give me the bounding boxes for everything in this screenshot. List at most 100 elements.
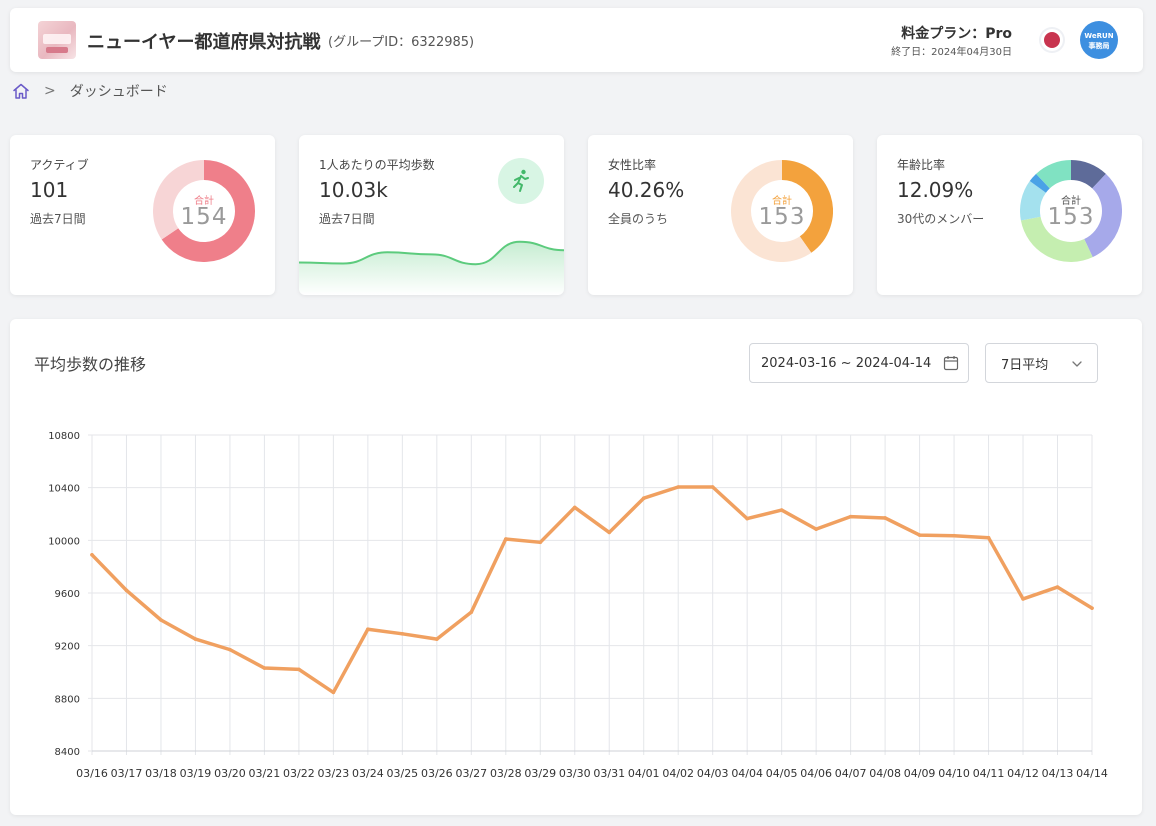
active-total: 154 [180, 204, 228, 230]
x-tick-label: 03/21 [249, 767, 281, 780]
data-point [538, 540, 543, 545]
average-period-text: 7日平均 [1001, 357, 1049, 373]
female-note: 全員のうち [608, 212, 669, 226]
data-point [607, 530, 612, 535]
y-tick-label: 9200 [55, 642, 80, 653]
data-point [572, 505, 577, 510]
data-point [159, 618, 163, 622]
x-tick-label: 04/12 [1007, 767, 1039, 780]
x-tick-label: 03/28 [490, 767, 522, 780]
active-note: 過去7日間 [30, 212, 86, 226]
data-point [676, 485, 681, 489]
data-point [366, 627, 370, 632]
running-icon [498, 158, 544, 204]
data-point [641, 496, 646, 500]
x-tick-label: 03/16 [76, 767, 108, 780]
x-tick-label: 03/30 [559, 767, 591, 780]
data-point [262, 666, 267, 670]
steps-value: 10.03k [319, 178, 388, 202]
avatar-line2: 事務局 [1088, 42, 1110, 50]
x-tick-label: 03/24 [352, 767, 384, 780]
x-tick-label: 04/10 [938, 767, 970, 780]
date-range-picker[interactable]: 2024-03-16 ~ 2024-04-14 [749, 343, 969, 383]
data-point [469, 610, 474, 614]
date-range-text: 2024-03-16 ~ 2024-04-14 [761, 355, 932, 371]
x-tick-label: 03/31 [593, 767, 625, 780]
x-tick-label: 03/17 [111, 767, 143, 780]
x-tick-label: 04/14 [1076, 767, 1108, 780]
plan-label: 料金プラン：Pro [901, 26, 1012, 42]
y-tick-label: 8800 [55, 694, 80, 705]
data-point [503, 537, 508, 541]
y-tick-label: 10800 [48, 431, 80, 442]
group-id: (グループID：6322985) [328, 35, 475, 50]
active-card: アクティブ 101 過去7日間 合計 154 [10, 135, 275, 295]
age-donut-center: 合計 153 [1020, 160, 1122, 262]
avatar[interactable]: WeRUN 事務局 [1080, 21, 1118, 59]
average-steps-panel: 03/16 03/17 03/18 03/19 03/20 03/21 03/22 03/23… [10, 319, 1142, 815]
data-point [193, 637, 198, 641]
x-tick-label: 04/06 [800, 767, 832, 780]
x-tick-label: 03/29 [524, 767, 556, 780]
x-tick-label: 04/04 [731, 767, 763, 780]
chevron-down-icon[interactable] [1071, 358, 1083, 370]
x-tick-label: 03/23 [318, 767, 350, 780]
age-value: 12.09% [897, 178, 974, 202]
avatar-line1: WeRUN [1084, 32, 1114, 40]
x-tick-label: 03/18 [145, 767, 177, 780]
data-point [90, 553, 94, 557]
breadcrumb-separator: > [44, 83, 56, 99]
data-point [1021, 597, 1025, 601]
age-ratio-card: 年齢比率 12.09% 30代のメンバー 合計 153 [877, 135, 1142, 295]
data-point [986, 535, 991, 540]
data-point [710, 485, 715, 489]
active-label: アクティブ [30, 158, 89, 172]
app-header: ニューイヤー都道府県対抗戦 (グループID：6322985) 料金プラン：Pro… [10, 8, 1143, 72]
x-tick-label: 04/02 [662, 767, 694, 780]
data-point [435, 637, 439, 641]
x-tick-label: 03/27 [455, 767, 487, 780]
y-tick-label: 10400 [48, 484, 80, 495]
y-tick-label: 10000 [48, 536, 80, 547]
data-point [814, 527, 818, 531]
sparkline-area [299, 241, 564, 295]
data-point [1090, 606, 1094, 610]
breadcrumb: > ダッシュボード [12, 81, 168, 101]
plan-end-date: 終了日：2024年04月30日 [891, 47, 1012, 58]
data-point [228, 647, 232, 652]
active-donut-center: 合計 154 [153, 160, 255, 262]
data-point [883, 516, 887, 520]
x-tick-label: 04/07 [835, 767, 867, 780]
japan-flag-icon[interactable] [1041, 29, 1063, 51]
age-note: 30代のメンバー [897, 212, 985, 226]
average-steps-chart: 03/16 03/17 03/18 03/19 03/20 03/21 03/22 03/23… [48, 431, 1108, 780]
active-value: 101 [30, 178, 69, 202]
data-point [952, 533, 956, 538]
female-label: 女性比率 [608, 158, 657, 172]
app-logo[interactable] [38, 21, 76, 59]
x-tick-label: 04/08 [869, 767, 901, 780]
x-tick-label: 04/09 [904, 767, 936, 780]
data-point [331, 690, 336, 695]
calendar-icon[interactable] [943, 355, 959, 371]
home-icon[interactable] [12, 82, 30, 100]
average-period-select[interactable]: 7日平均 [985, 343, 1098, 383]
data-point [1055, 585, 1060, 589]
data-point [124, 588, 129, 593]
female-value: 40.26% [608, 178, 685, 202]
data-point [745, 516, 749, 521]
data-point [917, 533, 922, 537]
female-donut-center: 合計 153 [731, 160, 833, 262]
data-point [779, 508, 784, 512]
x-tick-label: 04/13 [1042, 767, 1074, 780]
age-total: 153 [1047, 204, 1095, 230]
steps-card: 1人あたりの平均歩数 10.03k 過去7日間 [299, 135, 564, 295]
female-ratio-card: 女性比率 40.26% 全員のうち 合計 153 [588, 135, 853, 295]
panel-title: 平均歩数の推移 [34, 355, 147, 374]
x-tick-label: 03/22 [283, 767, 315, 780]
x-tick-label: 04/01 [628, 767, 660, 780]
data-point [297, 667, 301, 672]
app-title: ニューイヤー都道府県対抗戦 [87, 32, 321, 53]
y-tick-label: 8400 [55, 747, 80, 758]
x-tick-label: 03/20 [214, 767, 246, 780]
